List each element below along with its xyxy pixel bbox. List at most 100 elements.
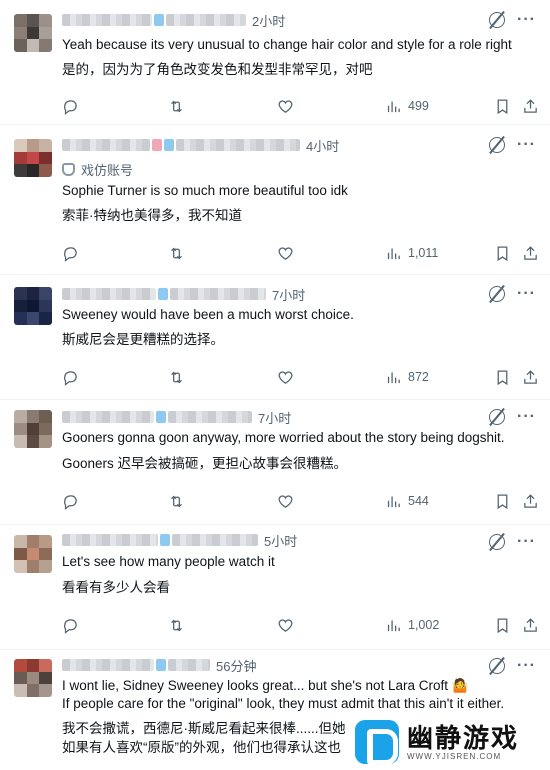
more-icon[interactable]: ··· <box>517 12 536 28</box>
grok-icon[interactable] <box>489 12 506 28</box>
heart-icon <box>278 618 293 632</box>
reply-button[interactable] <box>62 96 79 116</box>
author-header[interactable]: 2小时 <box>62 10 285 30</box>
avatar-pixel <box>14 287 27 300</box>
bookmark-button[interactable] <box>494 615 511 635</box>
tweet-5[interactable]: 5小时 ··· Let's see how many people watch … <box>0 525 550 650</box>
views-count: 499 <box>408 99 429 113</box>
views-count: 1,002 <box>408 618 440 632</box>
watermark-text: 幽静游戏 WWW.YJISREN.COM <box>407 724 519 761</box>
reply-button[interactable] <box>62 243 79 263</box>
timestamp[interactable]: 5小时 <box>264 531 297 550</box>
author-name-blurred <box>62 288 156 300</box>
views-button[interactable]: 499 <box>385 96 429 116</box>
grok-icon[interactable] <box>489 286 506 302</box>
more-icon[interactable]: ··· <box>517 409 536 425</box>
avatar[interactable] <box>14 139 52 177</box>
avatar-pixel <box>26 410 40 423</box>
tweet-3[interactable]: 7小时 ··· Sweeney would have been a much w… <box>0 275 550 400</box>
like-button[interactable] <box>277 615 294 635</box>
avatar-pixel <box>39 560 52 573</box>
more-icon[interactable]: ··· <box>517 658 536 674</box>
share-button[interactable] <box>522 491 539 511</box>
grok-icon[interactable] <box>489 137 506 153</box>
avatar-pixel <box>39 312 52 325</box>
parody-label-text: 戏仿账号 <box>81 163 134 178</box>
bookmark-button[interactable] <box>494 491 511 511</box>
more-icon[interactable]: ··· <box>517 286 536 302</box>
avatar-pixel <box>39 287 52 300</box>
reply-button[interactable] <box>62 491 79 511</box>
share-button[interactable] <box>522 96 539 116</box>
bookmark-button[interactable] <box>494 367 511 387</box>
avatar-pixel <box>39 535 52 548</box>
avatar-pixel <box>14 299 27 313</box>
like-button[interactable] <box>277 367 294 387</box>
share-button[interactable] <box>522 615 539 635</box>
share-button[interactable] <box>522 367 539 387</box>
tweet-1[interactable]: 2小时 ··· Yeah because its very unusual to… <box>0 0 550 125</box>
parody-account-label: 戏仿账号 <box>62 160 133 179</box>
timestamp[interactable]: 2小时 <box>252 11 285 30</box>
tweet-2[interactable]: 4小时 戏仿账号 ··· Sophie Turner is so much mo… <box>0 125 550 275</box>
author-header[interactable]: 4小时 <box>62 135 339 155</box>
author-handle-blurred <box>170 288 266 300</box>
timestamp[interactable]: 4小时 <box>306 136 339 155</box>
more-icon[interactable]: ··· <box>517 137 536 153</box>
like-button[interactable] <box>277 491 294 511</box>
avatar-pixel <box>39 151 52 165</box>
timestamp[interactable]: 56分钟 <box>216 656 256 675</box>
avatar[interactable] <box>14 410 52 448</box>
bookmark-button[interactable] <box>494 243 511 263</box>
more-icon[interactable]: ··· <box>517 534 536 550</box>
views-button[interactable]: 1,011 <box>385 243 438 263</box>
reply-button[interactable] <box>62 615 79 635</box>
share-button[interactable] <box>522 243 539 263</box>
author-header[interactable]: 7小时 <box>62 407 291 427</box>
tweet-4[interactable]: 7小时 ··· Gooners gonna goon anyway, more … <box>0 400 550 525</box>
author-header[interactable]: 5小时 <box>62 530 297 550</box>
repost-icon <box>171 100 182 112</box>
repost-button[interactable] <box>168 367 185 387</box>
repost-button[interactable] <box>168 96 185 116</box>
avatar[interactable] <box>14 535 52 573</box>
repost-button[interactable] <box>168 243 185 263</box>
avatar-pixel <box>26 671 40 685</box>
timestamp[interactable]: 7小时 <box>258 408 291 427</box>
grok-icon[interactable] <box>489 658 506 674</box>
tweet-text: I wont lie, Sidney Sweeney looks great..… <box>62 678 469 693</box>
views-button[interactable]: 544 <box>385 491 429 511</box>
bookmark-button[interactable] <box>494 96 511 116</box>
analytics-icon <box>387 496 400 507</box>
author-handle-blurred <box>168 659 210 671</box>
author-name-blurred <box>62 534 158 546</box>
grok-icon[interactable] <box>489 534 506 550</box>
avatar-pixel <box>39 684 52 697</box>
author-header[interactable]: 56分钟 <box>62 655 256 675</box>
avatar-pixel <box>39 659 52 672</box>
avatar-pixel <box>26 39 40 52</box>
grok-icon[interactable] <box>489 409 506 425</box>
avatar[interactable] <box>14 659 52 697</box>
author-header[interactable]: 7小时 <box>62 284 305 304</box>
tweet-top-actions: ··· <box>489 409 536 425</box>
avatar[interactable] <box>14 14 52 52</box>
tweet-translation: 索菲·特纳也美得多，我不知道 <box>62 208 242 223</box>
tweet-text: Sophie Turner is so much more beautiful … <box>62 183 348 198</box>
share-icon <box>524 98 537 113</box>
bookmark-icon <box>497 369 508 385</box>
like-button[interactable] <box>277 243 294 263</box>
avatar-pixel <box>26 312 40 325</box>
action-bar: 499 <box>62 96 537 116</box>
tweet-translation: 看看有多少人会看 <box>62 580 170 595</box>
share-icon <box>524 617 537 632</box>
views-button[interactable]: 872 <box>385 367 429 387</box>
avatar[interactable] <box>14 287 52 325</box>
like-button[interactable] <box>277 96 294 116</box>
reply-button[interactable] <box>62 367 79 387</box>
repost-button[interactable] <box>168 615 185 635</box>
repost-button[interactable] <box>168 491 185 511</box>
timestamp[interactable]: 7小时 <box>272 285 305 304</box>
avatar-pixel <box>39 410 52 423</box>
views-button[interactable]: 1,002 <box>385 615 439 635</box>
